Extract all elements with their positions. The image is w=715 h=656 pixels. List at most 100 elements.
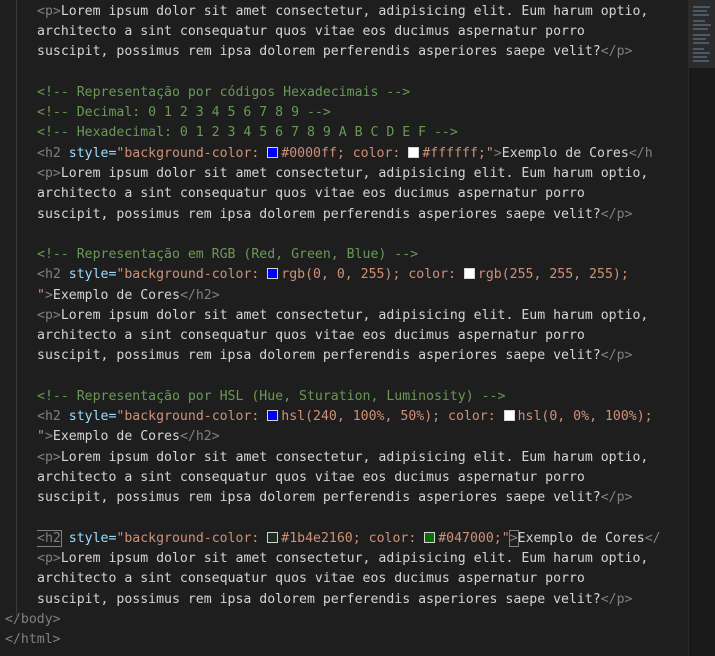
tag-p-close: </p> <box>600 348 633 363</box>
css-value: hsl(240, 100%, 50%) <box>281 409 433 424</box>
color-swatch-white[interactable] <box>408 147 420 158</box>
color-swatch-blue[interactable] <box>267 268 279 279</box>
para-text: suscipit, possimus rem ipsa dolorem perf… <box>37 207 601 222</box>
para-text: architecto a sint consequatur quos vitae… <box>37 328 585 343</box>
css-prop: ; color: <box>336 146 409 161</box>
minimap-line <box>693 42 709 44</box>
para-text: Lorem ipsum dolor sit amet consectetur, … <box>60 166 649 181</box>
indent-guide <box>16 0 17 616</box>
color-swatch-custom-bg[interactable] <box>267 532 279 543</box>
tag-p-open: <p> <box>37 308 61 323</box>
code-line[interactable]: <h2 style="background-color: hsl(240, 10… <box>37 407 686 427</box>
code-line[interactable]: suscipit, possimus rem ipsa dolorem perf… <box>37 346 686 366</box>
code-line[interactable]: <!-- Representação em RGB (Red, Green, B… <box>37 245 686 265</box>
para-text: suscipit, possimus rem ipsa dolorem perf… <box>37 44 601 59</box>
color-swatch-blue[interactable] <box>267 147 279 158</box>
code-line[interactable]: suscipit, possimus rem ipsa dolorem perf… <box>37 590 686 610</box>
color-swatch-custom-fg[interactable] <box>424 532 436 543</box>
tag-h2-open: <h2 <box>37 146 61 161</box>
css-prop: background-color: <box>124 409 268 424</box>
attr-style: style= <box>60 267 117 282</box>
code-line[interactable]: <p>Lorem ipsum dolor sit amet consectetu… <box>37 2 686 22</box>
code-line[interactable]: architecto a sint consequatur quos vitae… <box>37 184 686 204</box>
code-line[interactable]: suscipit, possimus rem ipsa dolorem perf… <box>37 488 686 508</box>
code-line[interactable]: ">Exemplo de Cores</h2> <box>37 286 686 306</box>
attr-style: style= <box>60 146 117 161</box>
tag-h2-open: <h2 <box>37 409 61 424</box>
code-line[interactable]: <h2 style="background-color: rgb(0, 0, 2… <box>37 265 686 285</box>
css-value: #0000ff <box>281 146 337 161</box>
css-prop: ; color: <box>352 531 425 546</box>
quote: " <box>485 146 494 161</box>
heading-text: Exemplo de Cores <box>517 531 645 546</box>
tag-h2-open: <h2 <box>37 530 62 547</box>
code-line[interactable]: <!-- Representação por códigos Hexadecim… <box>37 83 686 103</box>
minimap-line <box>693 34 710 36</box>
code-line[interactable]: <!-- Decimal: 0 1 2 3 4 5 6 7 8 9 --> <box>37 103 686 123</box>
code-line[interactable]: architecto a sint consequatur quos vitae… <box>37 326 686 346</box>
code-line[interactable]: architecto a sint consequatur quos vitae… <box>37 22 686 42</box>
minimap-line <box>693 14 709 16</box>
code-line[interactable]: <p>Lorem ipsum dolor sit amet consectetu… <box>37 448 686 468</box>
code-line[interactable]: <!-- Hexadecimal: 0 1 2 3 4 5 6 7 8 9 A … <box>37 123 686 143</box>
code-editor[interactable]: <p>Lorem ipsum dolor sit amet consectetu… <box>0 0 686 656</box>
tag-p-close: </p> <box>600 44 633 59</box>
minimap[interactable] <box>688 0 715 656</box>
para-text: Lorem ipsum dolor sit amet consectetur, … <box>60 4 649 19</box>
code-line[interactable]: architecto a sint consequatur quos vitae… <box>37 569 686 589</box>
minimap-line <box>693 10 707 12</box>
tag-h2-close: </h2> <box>179 288 220 303</box>
para-text: architecto a sint consequatur quos vitae… <box>37 571 585 586</box>
para-text: suscipit, possimus rem ipsa dolorem perf… <box>37 490 601 505</box>
css-prop: ; color: <box>432 409 504 424</box>
code-line[interactable]: <!-- Representação por HSL (Hue, Sturati… <box>37 387 686 407</box>
code-line[interactable]: <h2 style= " background-color: #0000ff; co… <box>37 144 686 164</box>
tag-p-close: </p> <box>600 207 633 222</box>
para-text: architecto a sint consequatur quos vitae… <box>37 24 585 39</box>
para-text: Lorem ipsum dolor sit amet consectetur, … <box>60 551 649 566</box>
para-text: Lorem ipsum dolor sit amet consectetur, … <box>60 308 649 323</box>
color-swatch-white[interactable] <box>503 410 515 421</box>
minimap-line <box>693 52 710 54</box>
minimap-line <box>693 48 704 50</box>
tag-h2-open: <h2 <box>37 267 61 282</box>
code-line[interactable]: <p>Lorem ipsum dolor sit amet consectetu… <box>37 549 686 569</box>
minimap-line <box>693 60 709 62</box>
comment: <!-- Decimal: 0 1 2 3 4 5 6 7 8 9 --> <box>37 105 331 120</box>
tag-html-close: </html> <box>5 632 61 647</box>
comment: <!-- Hexadecimal: 0 1 2 3 4 5 6 7 8 9 A … <box>37 125 458 140</box>
minimap-line <box>693 56 707 58</box>
minimap-line <box>693 38 706 40</box>
css-semicolon: ; <box>477 146 486 161</box>
comment: <!-- Representação por HSL (Hue, Sturati… <box>37 389 506 404</box>
para-text: suscipit, possimus rem ipsa dolorem perf… <box>37 348 601 363</box>
minimap-line <box>693 24 711 26</box>
code-line[interactable]: ">Exemplo de Cores</h2> <box>37 427 686 447</box>
css-value: rgb(255, 255, 255); <box>477 267 629 282</box>
code-line[interactable]: suscipit, possimus rem ipsa dolorem perf… <box>37 205 686 225</box>
code-line[interactable]: architecto a sint consequatur quos vitae… <box>37 468 686 488</box>
code-line[interactable]: </body> <box>5 610 686 630</box>
code-line[interactable]: <p>Lorem ipsum dolor sit amet consectetu… <box>37 164 686 184</box>
css-value: #1b4e2160 <box>281 531 353 546</box>
quote: " <box>37 429 45 444</box>
minimap-line <box>693 20 705 22</box>
color-swatch-white[interactable] <box>463 268 475 279</box>
code-line[interactable]: suscipit, possimus rem ipsa dolorem perf… <box>37 42 686 62</box>
code-line[interactable]: <p>Lorem ipsum dolor sit amet consectetu… <box>37 306 686 326</box>
code-line[interactable]: <h2 style= " background-color: #1b4e2160; … <box>37 529 686 549</box>
quote: " <box>501 531 510 546</box>
code-line[interactable]: </html> <box>5 630 686 650</box>
heading-text: Exemplo de Cores <box>52 288 180 303</box>
para-text: suscipit, possimus rem ipsa dolorem perf… <box>37 592 601 607</box>
comment: <!-- Representação por códigos Hexadecim… <box>37 85 411 100</box>
tag-h2-close: </h2> <box>179 429 220 444</box>
tag-p-open: <p> <box>37 551 61 566</box>
minimap-line <box>693 28 708 30</box>
para-text: architecto a sint consequatur quos vitae… <box>37 186 585 201</box>
tag-h2-close: </h <box>628 146 653 161</box>
tag-p-open: <p> <box>37 450 61 465</box>
tag-p-open: <p> <box>37 4 61 19</box>
color-swatch-blue[interactable] <box>267 410 279 421</box>
css-semicolon: ; <box>493 531 502 546</box>
